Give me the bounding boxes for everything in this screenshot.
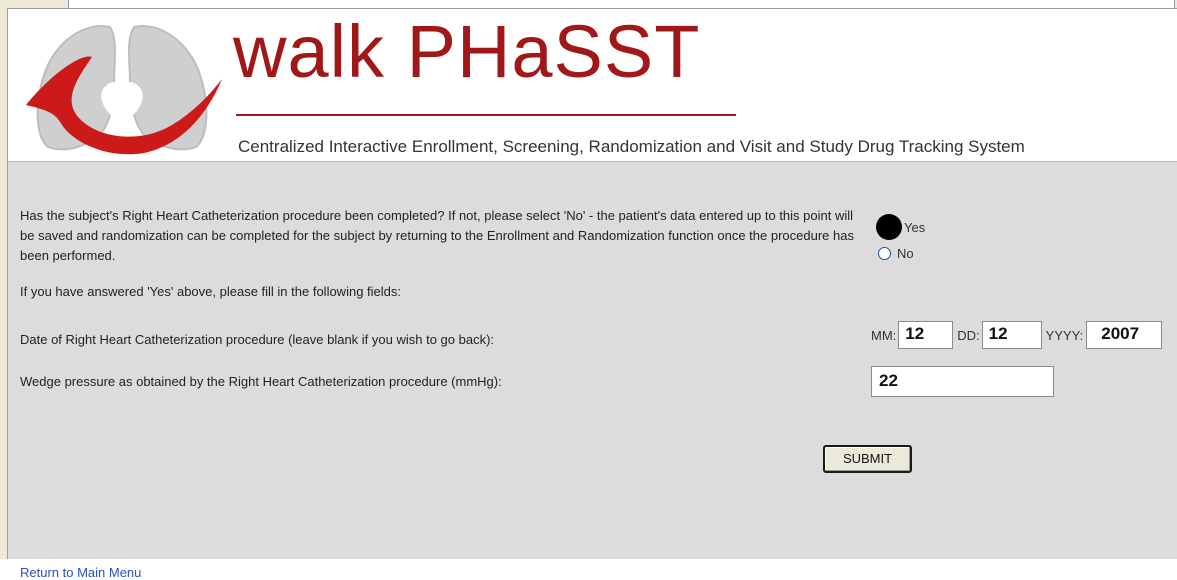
fill-instruction: If you have answered 'Yes' above, please… bbox=[20, 284, 401, 299]
day-label: DD: bbox=[957, 327, 980, 343]
radio-selected-icon[interactable] bbox=[876, 214, 902, 240]
month-label: MM: bbox=[871, 327, 897, 343]
radio-unselected-icon[interactable] bbox=[878, 247, 891, 260]
radio-no-option[interactable]: No bbox=[876, 246, 914, 261]
rhc-question: Has the subject's Right Heart Catheteriz… bbox=[20, 208, 854, 263]
wedge-pressure-input[interactable]: 22 bbox=[871, 366, 1054, 397]
year-input[interactable]: 2007 bbox=[1086, 321, 1163, 349]
year-label: YYYY: bbox=[1045, 327, 1084, 343]
return-main-menu-link[interactable]: Return to Main Menu bbox=[20, 565, 141, 580]
site-tagline: Centralized Interactive Enrollment, Scre… bbox=[238, 137, 1025, 156]
address-field[interactable] bbox=[68, 0, 1175, 8]
radio-no-label: No bbox=[897, 246, 914, 261]
radio-yes-label: Yes bbox=[904, 219, 926, 235]
rhc-date-label: Date of Right Heart Catheterization proc… bbox=[20, 332, 495, 347]
wedge-pressure-label: Wedge pressure as obtained by the Right … bbox=[20, 374, 502, 389]
browser-address-bar[interactable] bbox=[0, 0, 1177, 9]
lungs-logo-icon bbox=[26, 25, 222, 155]
site-title: walk PHaSST bbox=[233, 10, 701, 93]
window-frame-left bbox=[0, 8, 8, 559]
radio-yes-option[interactable]: Yes bbox=[876, 214, 925, 240]
site-header: walk PHaSST Centralized Interactive Enro… bbox=[8, 9, 1177, 162]
title-underline bbox=[236, 114, 736, 116]
day-input[interactable]: 12 bbox=[981, 321, 1042, 349]
form-panel: Has the subject's Right Heart Catheteriz… bbox=[8, 162, 1177, 580]
rhc-date-inputs: MM: 12 DD: 12 YYYY: 2007 bbox=[871, 320, 1163, 350]
submit-button[interactable]: SUBMIT bbox=[823, 445, 912, 473]
month-input[interactable]: 12 bbox=[898, 321, 954, 349]
